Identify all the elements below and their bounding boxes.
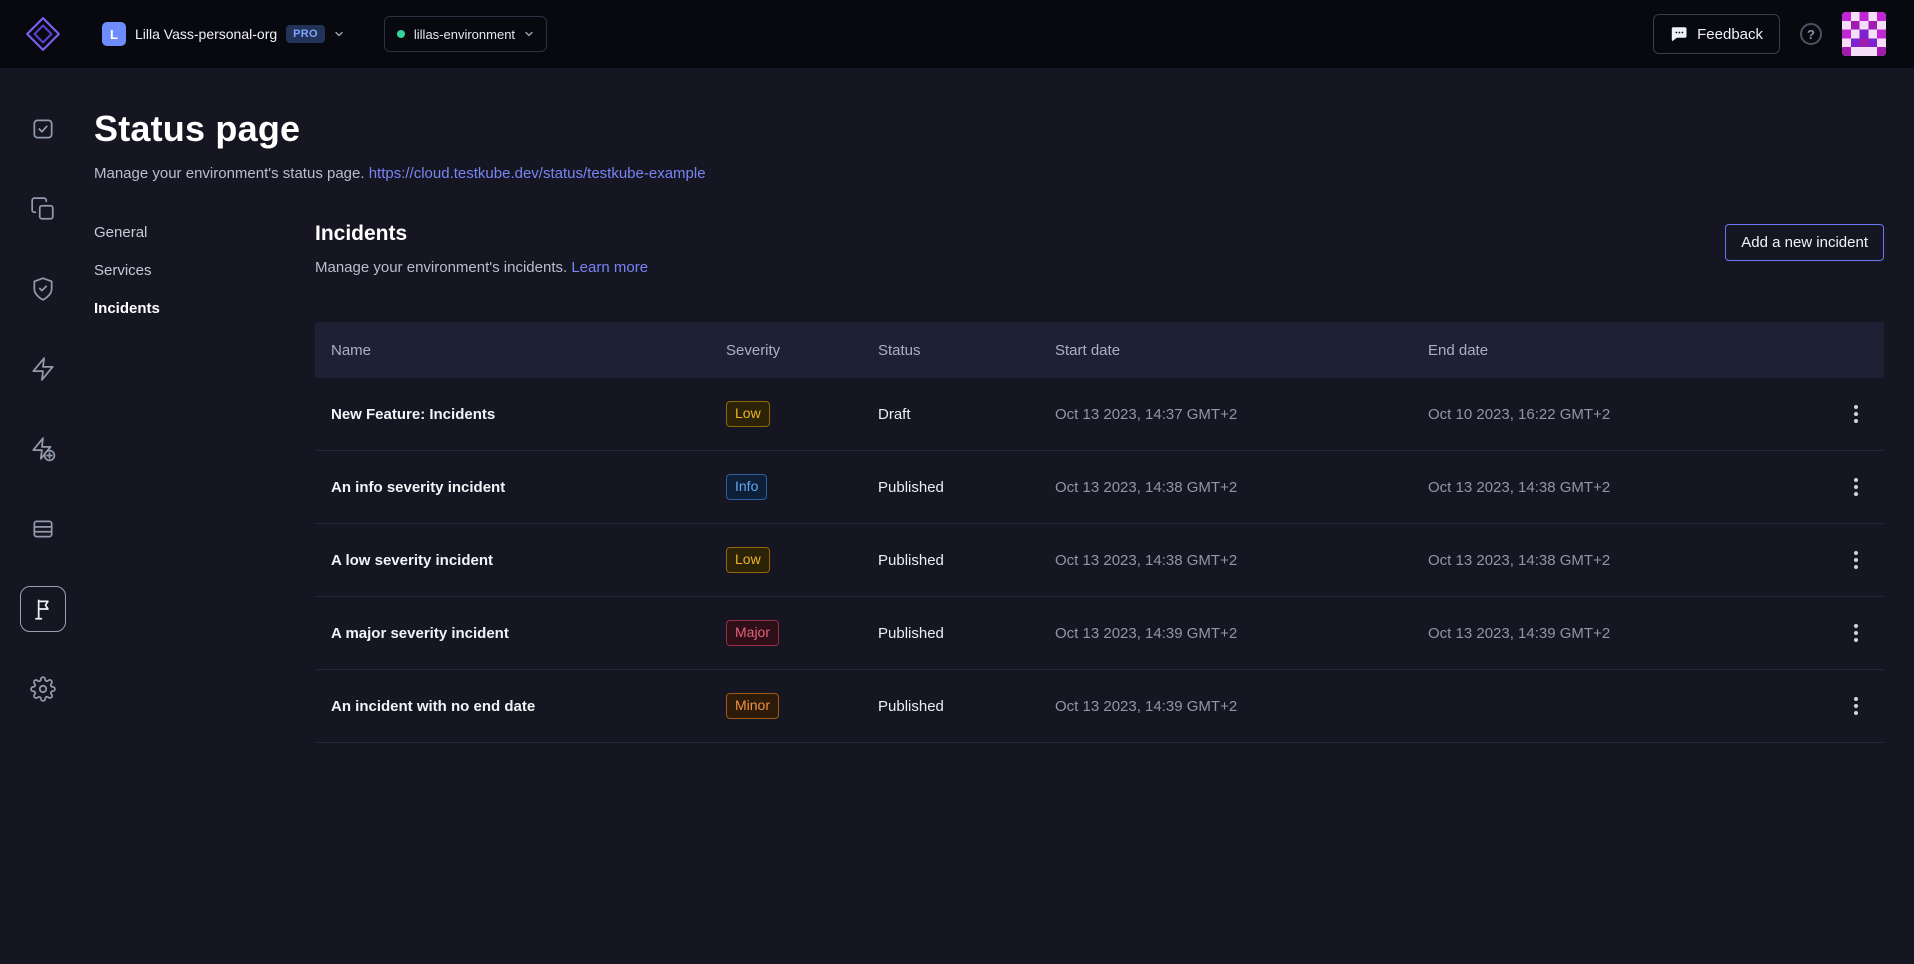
sidebar-item-triggers[interactable]	[28, 354, 58, 384]
incident-name: A major severity incident	[331, 625, 726, 642]
incident-name: An info severity incident	[331, 479, 726, 496]
incident-status: Published	[878, 698, 1055, 715]
feedback-label: Feedback	[1697, 26, 1763, 43]
sidebar-item-test-suites[interactable]	[28, 194, 58, 224]
incident-start-date: Oct 13 2023, 14:39 GMT+2	[1055, 698, 1428, 715]
topbar-right: Feedback ?	[1653, 12, 1886, 56]
table-row: An info severity incident Info Published…	[315, 451, 1884, 524]
sidebar-item-status-pages[interactable]	[20, 586, 66, 632]
incidents-table: Name Severity Status Start date End date…	[315, 322, 1884, 743]
row-actions-kebab-icon[interactable]	[1844, 470, 1868, 504]
list-icon	[30, 516, 56, 542]
chevron-down-icon	[334, 29, 344, 39]
table-row: A low severity incident Low Published Oc…	[315, 524, 1884, 597]
incident-end-date: Oct 10 2023, 16:22 GMT+2	[1428, 406, 1780, 423]
add-incident-button[interactable]: Add a new incident	[1725, 224, 1884, 261]
incident-end-date: Oct 13 2023, 14:38 GMT+2	[1428, 552, 1780, 569]
learn-more-link[interactable]: Learn more	[571, 259, 648, 276]
testkube-logo-icon[interactable]	[24, 15, 62, 53]
environment-name: lillas-environment	[414, 27, 515, 42]
sidebar-item-executors[interactable]	[28, 434, 58, 464]
table-row: New Feature: Incidents Low Draft Oct 13 …	[315, 378, 1884, 451]
row-actions-kebab-icon[interactable]	[1844, 543, 1868, 577]
sidebar-item-sources[interactable]	[28, 514, 58, 544]
chat-bubble-icon	[1670, 25, 1688, 43]
incident-end-date: Oct 13 2023, 14:39 GMT+2	[1428, 625, 1780, 642]
environment-status-dot	[397, 30, 405, 38]
incident-name: A low severity incident	[331, 552, 726, 569]
column-header-status: Status	[878, 342, 1055, 359]
status-page-flag-icon	[30, 596, 56, 622]
incident-status: Draft	[878, 406, 1055, 423]
org-avatar: L	[102, 22, 126, 46]
tests-icon	[30, 116, 56, 142]
incident-status: Published	[878, 552, 1055, 569]
severity-badge: Minor	[726, 693, 779, 719]
row-actions-kebab-icon[interactable]	[1844, 397, 1868, 431]
sidebar	[0, 68, 86, 964]
incidents-section: Incidents Manage your environment's inci…	[315, 222, 1884, 743]
sidebar-item-webhooks[interactable]	[28, 274, 58, 304]
help-label: ?	[1807, 27, 1815, 42]
org-selector[interactable]: L Lilla Vass-personal-org PRO	[102, 22, 344, 46]
row-actions-kebab-icon[interactable]	[1844, 616, 1868, 650]
incident-start-date: Oct 13 2023, 14:37 GMT+2	[1055, 406, 1428, 423]
shield-check-icon	[30, 276, 56, 302]
page-subtitle: Manage your environment's status page. h…	[94, 165, 1884, 182]
incident-name: An incident with no end date	[331, 698, 726, 715]
incidents-description-text: Manage your environment's incidents.	[315, 259, 567, 276]
topbar: L Lilla Vass-personal-org PRO lillas-env…	[0, 0, 1914, 68]
incidents-heading: Incidents	[315, 222, 648, 246]
row-actions-kebab-icon[interactable]	[1844, 689, 1868, 723]
incident-end-date: Oct 13 2023, 14:38 GMT+2	[1428, 479, 1780, 496]
lightning-icon	[30, 356, 56, 382]
severity-badge: Info	[726, 474, 767, 500]
lightning-plus-icon	[30, 436, 56, 462]
status-page-settings-nav: General Services Incidents	[94, 222, 315, 743]
help-icon[interactable]: ?	[1800, 23, 1822, 45]
incident-name: New Feature: Incidents	[331, 406, 726, 423]
column-header-severity: Severity	[726, 342, 878, 359]
nav-item-services[interactable]: Services	[94, 262, 315, 279]
table-row: A major severity incident Major Publishe…	[315, 597, 1884, 670]
page-subtitle-text: Manage your environment's status page.	[94, 165, 365, 182]
incident-start-date: Oct 13 2023, 14:39 GMT+2	[1055, 625, 1428, 642]
incident-start-date: Oct 13 2023, 14:38 GMT+2	[1055, 552, 1428, 569]
status-page-url-link[interactable]: https://cloud.testkube.dev/status/testku…	[369, 165, 706, 182]
column-header-start-date: Start date	[1055, 342, 1428, 359]
column-header-name: Name	[331, 342, 726, 359]
incidents-header-text: Incidents Manage your environment's inci…	[315, 222, 648, 276]
severity-badge: Low	[726, 401, 770, 427]
column-header-end-date: End date	[1428, 342, 1780, 359]
user-avatar[interactable]	[1842, 12, 1886, 56]
environment-selector[interactable]: lillas-environment	[384, 16, 547, 52]
incidents-description: Manage your environment's incidents. Lea…	[315, 259, 648, 276]
incident-start-date: Oct 13 2023, 14:38 GMT+2	[1055, 479, 1428, 496]
nav-item-general[interactable]: General	[94, 224, 315, 241]
page-title: Status page	[94, 108, 1884, 150]
sidebar-item-tests[interactable]	[28, 114, 58, 144]
test-suites-icon	[30, 196, 56, 222]
table-row: An incident with no end date Minor Publi…	[315, 670, 1884, 743]
incident-status: Published	[878, 625, 1055, 642]
chevron-down-icon	[524, 29, 534, 39]
feedback-button[interactable]: Feedback	[1653, 14, 1780, 54]
topbar-left: L Lilla Vass-personal-org PRO lillas-env…	[24, 15, 547, 53]
incident-status: Published	[878, 479, 1055, 496]
severity-badge: Major	[726, 620, 779, 646]
severity-badge: Low	[726, 547, 770, 573]
gear-icon	[30, 676, 56, 702]
nav-item-incidents[interactable]: Incidents	[94, 300, 315, 317]
main-content: Status page Manage your environment's st…	[86, 68, 1914, 964]
sidebar-item-settings[interactable]	[28, 674, 58, 704]
org-name: Lilla Vass-personal-org	[135, 26, 277, 42]
table-header-row: Name Severity Status Start date End date	[315, 322, 1884, 378]
plan-badge: PRO	[286, 25, 325, 43]
